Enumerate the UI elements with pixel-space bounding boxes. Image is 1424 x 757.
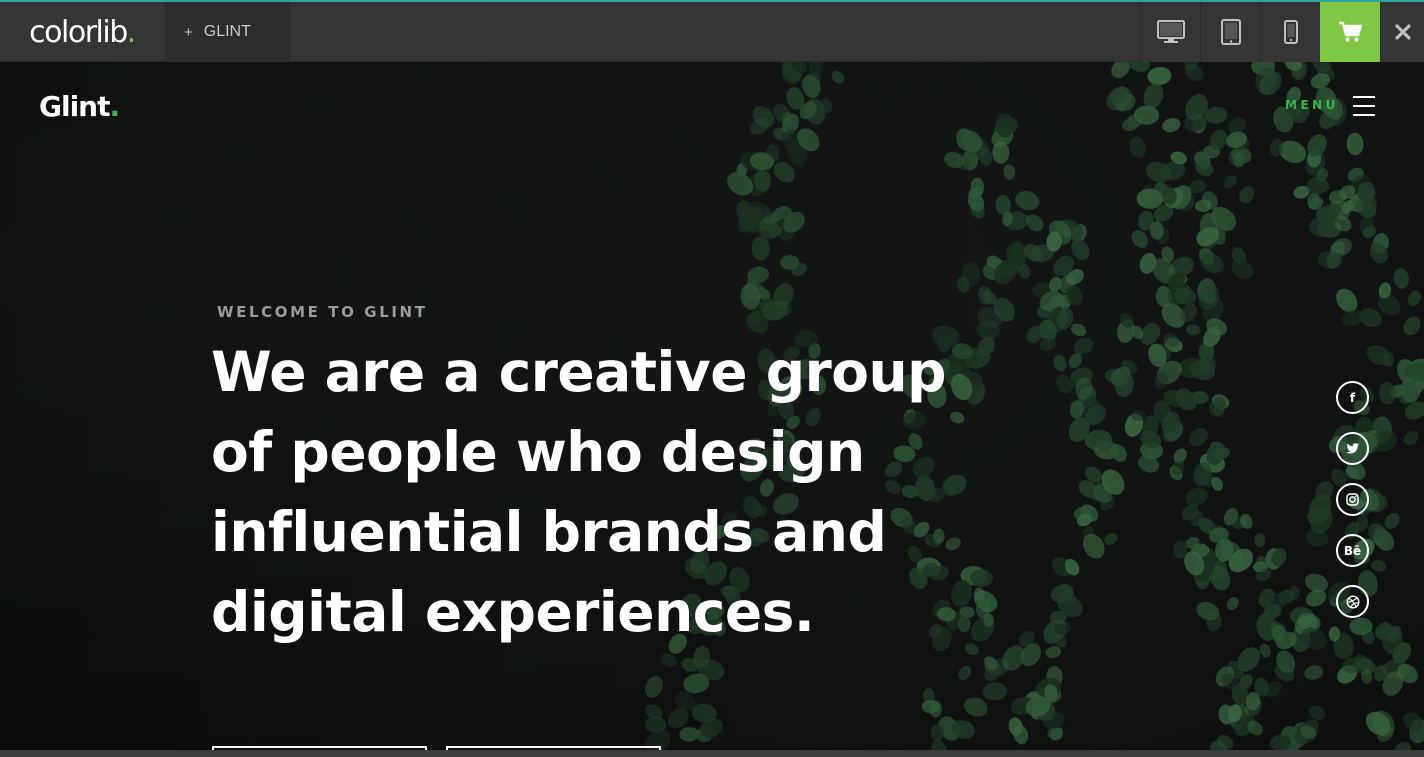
cart-icon xyxy=(1339,21,1362,42)
hero-section: Glint. MENU WELCOME TO GLINT We are a cr… xyxy=(0,62,1424,750)
behance-icon: Bē xyxy=(1343,543,1362,558)
dribbble-link[interactable] xyxy=(1336,585,1369,618)
buy-cart-button[interactable] xyxy=(1320,2,1380,62)
facebook-icon: f xyxy=(1349,390,1356,405)
preview-toolbar: colorlib. + GLINT xyxy=(0,0,1424,62)
instagram-link[interactable] xyxy=(1336,483,1369,516)
hamburger-line xyxy=(1353,96,1375,98)
tablet-view-button[interactable] xyxy=(1200,2,1260,62)
desktop-icon xyxy=(1156,20,1185,43)
twitter-icon xyxy=(1345,442,1359,454)
headline-line: We are a creative group xyxy=(211,340,947,404)
hamburger-menu-icon[interactable] xyxy=(1353,96,1375,116)
brand-text: colorlib xyxy=(29,14,128,50)
tablet-icon xyxy=(1220,19,1241,45)
hero-kicker: WELCOME TO GLINT xyxy=(217,303,428,321)
theme-tab-label: GLINT xyxy=(203,23,251,40)
mobile-view-button[interactable] xyxy=(1260,2,1320,62)
behance-link[interactable]: Bē xyxy=(1336,534,1369,567)
brand-dot: . xyxy=(126,14,137,50)
scrollbar-track[interactable] xyxy=(0,750,1424,757)
close-icon xyxy=(1394,24,1411,40)
mobile-icon xyxy=(1283,20,1298,44)
logo-text: Glint xyxy=(39,90,110,123)
headline-line: of people who design xyxy=(211,420,865,484)
plus-icon: + xyxy=(184,23,193,41)
headline-line: influential brands and xyxy=(211,500,887,564)
instagram-icon xyxy=(1346,493,1359,506)
hamburger-line xyxy=(1353,114,1375,116)
logo-dot: . xyxy=(109,90,121,123)
hamburger-line xyxy=(1353,105,1375,107)
close-preview-button[interactable] xyxy=(1380,2,1424,62)
site-logo[interactable]: Glint. xyxy=(39,90,121,123)
facebook-link[interactable]: f xyxy=(1336,381,1369,414)
colorlib-logo[interactable]: colorlib. xyxy=(0,2,165,62)
dribbble-icon xyxy=(1346,595,1359,608)
hero-headline: We are a creative group of people who de… xyxy=(211,332,971,652)
menu-label[interactable]: MENU xyxy=(1285,98,1339,112)
theme-tab-glint[interactable]: + GLINT xyxy=(166,2,290,62)
twitter-link[interactable] xyxy=(1336,432,1369,465)
desktop-view-button[interactable] xyxy=(1140,2,1200,62)
headline-line: digital experiences. xyxy=(211,580,815,644)
